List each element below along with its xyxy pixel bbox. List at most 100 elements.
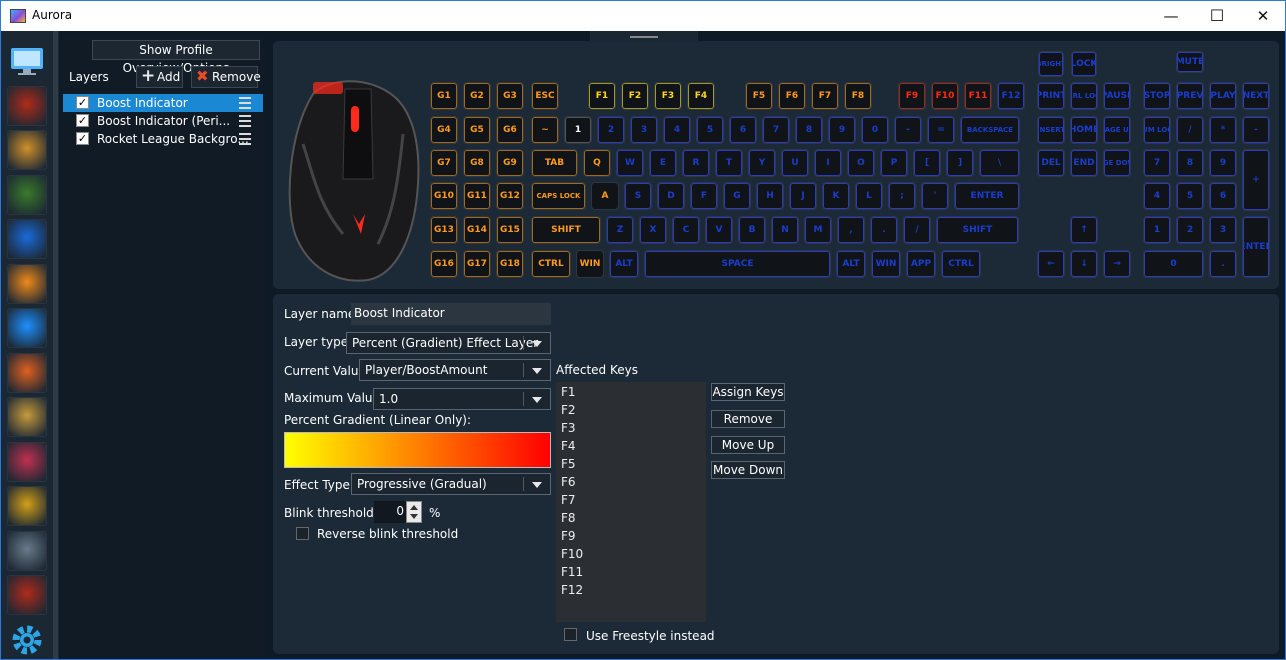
key-g8[interactable]: G8 [463,149,491,177]
affected-key-item[interactable]: F4 [561,439,576,453]
key-f5[interactable]: F5 [745,82,773,110]
key-g11[interactable]: G11 [463,182,491,210]
key-insert[interactable]: INSERT [1037,116,1065,144]
layer-enabled-checkbox[interactable]: ✓ [76,96,89,109]
key-g2[interactable]: G2 [463,82,491,110]
key-bottom-row-1[interactable]: WIN [576,250,604,278]
key-num-12[interactable]: = [927,116,955,144]
key-caps-row-12[interactable]: ENTER [954,182,1020,210]
drag-handle-icon[interactable] [239,115,251,127]
key-shift-row-4[interactable]: V [705,216,733,244]
numpad-plus[interactable]: + [1242,149,1270,211]
key-g6[interactable]: G6 [496,116,524,144]
key-num-9[interactable]: 9 [828,116,856,144]
key-scrl-lock[interactable]: SCRL LOCK [1070,82,1098,110]
key-bottom-row-0[interactable]: CTRL [531,250,571,278]
key-caps-row-3[interactable]: D [657,182,685,210]
key-f7[interactable]: F7 [811,82,839,110]
key-shift-row-7[interactable]: M [804,216,832,244]
key-f10[interactable]: F10 [931,82,959,110]
key-shift-row-1[interactable]: Z [606,216,634,244]
key-g9[interactable]: G9 [496,149,524,177]
layer-type-select[interactable]: Percent (Gradient) Effect Layer [346,332,551,354]
remove-key-button[interactable]: Remove [711,410,785,428]
arrow-left-icon[interactable]: ← [1037,250,1065,278]
numpad-enter[interactable]: ENTER [1242,216,1270,278]
key-shift-row-9[interactable]: . [870,216,898,244]
key-tab-row-3[interactable]: E [649,149,677,177]
maximize-button[interactable]: ☐ [1194,1,1240,31]
drag-handle-icon[interactable] [239,97,251,109]
numpad-3[interactable]: - [1242,116,1270,144]
key-caps-row-9[interactable]: L [855,182,883,210]
key-g3[interactable]: G3 [496,82,524,110]
key-bottom-row-4[interactable]: ALT [836,250,866,278]
key-shift-row-6[interactable]: N [771,216,799,244]
layer-enabled-checkbox[interactable]: ✓ [76,132,89,145]
numpad-4-2[interactable]: 6 [1209,182,1237,210]
arrow-up-icon[interactable]: ↑ [1070,216,1098,244]
key-num-1[interactable]: 1 [564,116,592,144]
key-bottom-row-3[interactable]: SPACE [644,250,831,278]
key-caps-row-4[interactable]: F [690,182,718,210]
key-g5[interactable]: G5 [463,116,491,144]
key-shift-row-5[interactable]: B [738,216,766,244]
key-num-13[interactable]: BACKSPACE [960,116,1020,144]
key-shift-row-8[interactable]: , [837,216,865,244]
key-bottom-row-5[interactable]: WIN [871,250,901,278]
maximum-value-select[interactable]: 1.0 [373,388,551,410]
key-f3[interactable]: F3 [654,82,682,110]
key-num-0[interactable]: ~ [531,116,559,144]
league-of-legends-icon[interactable] [7,397,47,437]
key-tab-row-8[interactable]: I [814,149,842,177]
key-f4[interactable]: F4 [687,82,715,110]
affected-key-item[interactable]: F7 [561,493,576,507]
key-tab-row-11[interactable]: [ [913,149,941,177]
affected-key-item[interactable]: F9 [561,529,576,543]
key-num-7[interactable]: 7 [762,116,790,144]
key-caps-row-7[interactable]: J [789,182,817,210]
sidebar-scrollbar[interactable] [53,31,58,659]
key-bright[interactable]: BRIGHT [1038,51,1064,77]
key-caps-row-6[interactable]: H [756,182,784,210]
key-g10[interactable]: G10 [430,182,458,210]
affected-key-item[interactable]: F2 [561,403,576,417]
key-f8[interactable]: F8 [844,82,872,110]
desktop-icon[interactable] [7,41,47,81]
numpad-7-0[interactable]: 7 [1143,149,1171,177]
affected-key-item[interactable]: F10 [561,547,583,561]
key-tab-row-10[interactable]: P [880,149,908,177]
show-profile-overview-button[interactable]: Show Profile Overview/Options [92,40,260,75]
key-page-down[interactable]: PAGE DOWN [1103,149,1131,177]
key-g13[interactable]: G13 [430,216,458,244]
move-down-button[interactable]: Move Down [711,461,785,479]
key-bottom-row-2[interactable]: ALT [609,250,639,278]
key-num-4[interactable]: 4 [663,116,691,144]
key-g4[interactable]: G4 [430,116,458,144]
battlefield-soldier-icon[interactable] [7,530,47,571]
key-f9[interactable]: F9 [898,82,926,110]
key-del[interactable]: DEL [1037,149,1065,177]
key-mute[interactable]: MUTE [1176,51,1204,73]
numpad-7-2[interactable]: 9 [1209,149,1237,177]
key-caps-row-11[interactable]: ' [921,182,949,210]
rocket-league-icon[interactable] [7,219,47,259]
key-tab-row-13[interactable]: \ [979,149,1020,177]
layer-enabled-checkbox[interactable]: ✓ [76,114,89,127]
reverse-blink-checkbox[interactable] [296,527,309,540]
numpad-1-0[interactable]: 1 [1143,216,1171,244]
current-value-select[interactable]: Player/BoostAmount [359,359,551,381]
key-tab-row-5[interactable]: T [715,149,743,177]
use-freestyle-checkbox[interactable] [564,628,577,641]
key-page-up[interactable]: PAGE UP [1103,116,1131,144]
key-lock[interactable]: LOCK [1071,51,1097,77]
key-end[interactable]: END [1070,149,1098,177]
effect-type-select[interactable]: Progressive (Gradual) [351,473,551,495]
key-g1[interactable]: G1 [430,82,458,110]
key-shift-row-3[interactable]: C [672,216,700,244]
key-esc[interactable]: ESC [531,82,559,110]
layer-name-input[interactable]: Boost Indicator [351,303,551,325]
key-num-6[interactable]: 6 [729,116,757,144]
key-f6[interactable]: F6 [778,82,806,110]
key-num-8[interactable]: 8 [795,116,823,144]
